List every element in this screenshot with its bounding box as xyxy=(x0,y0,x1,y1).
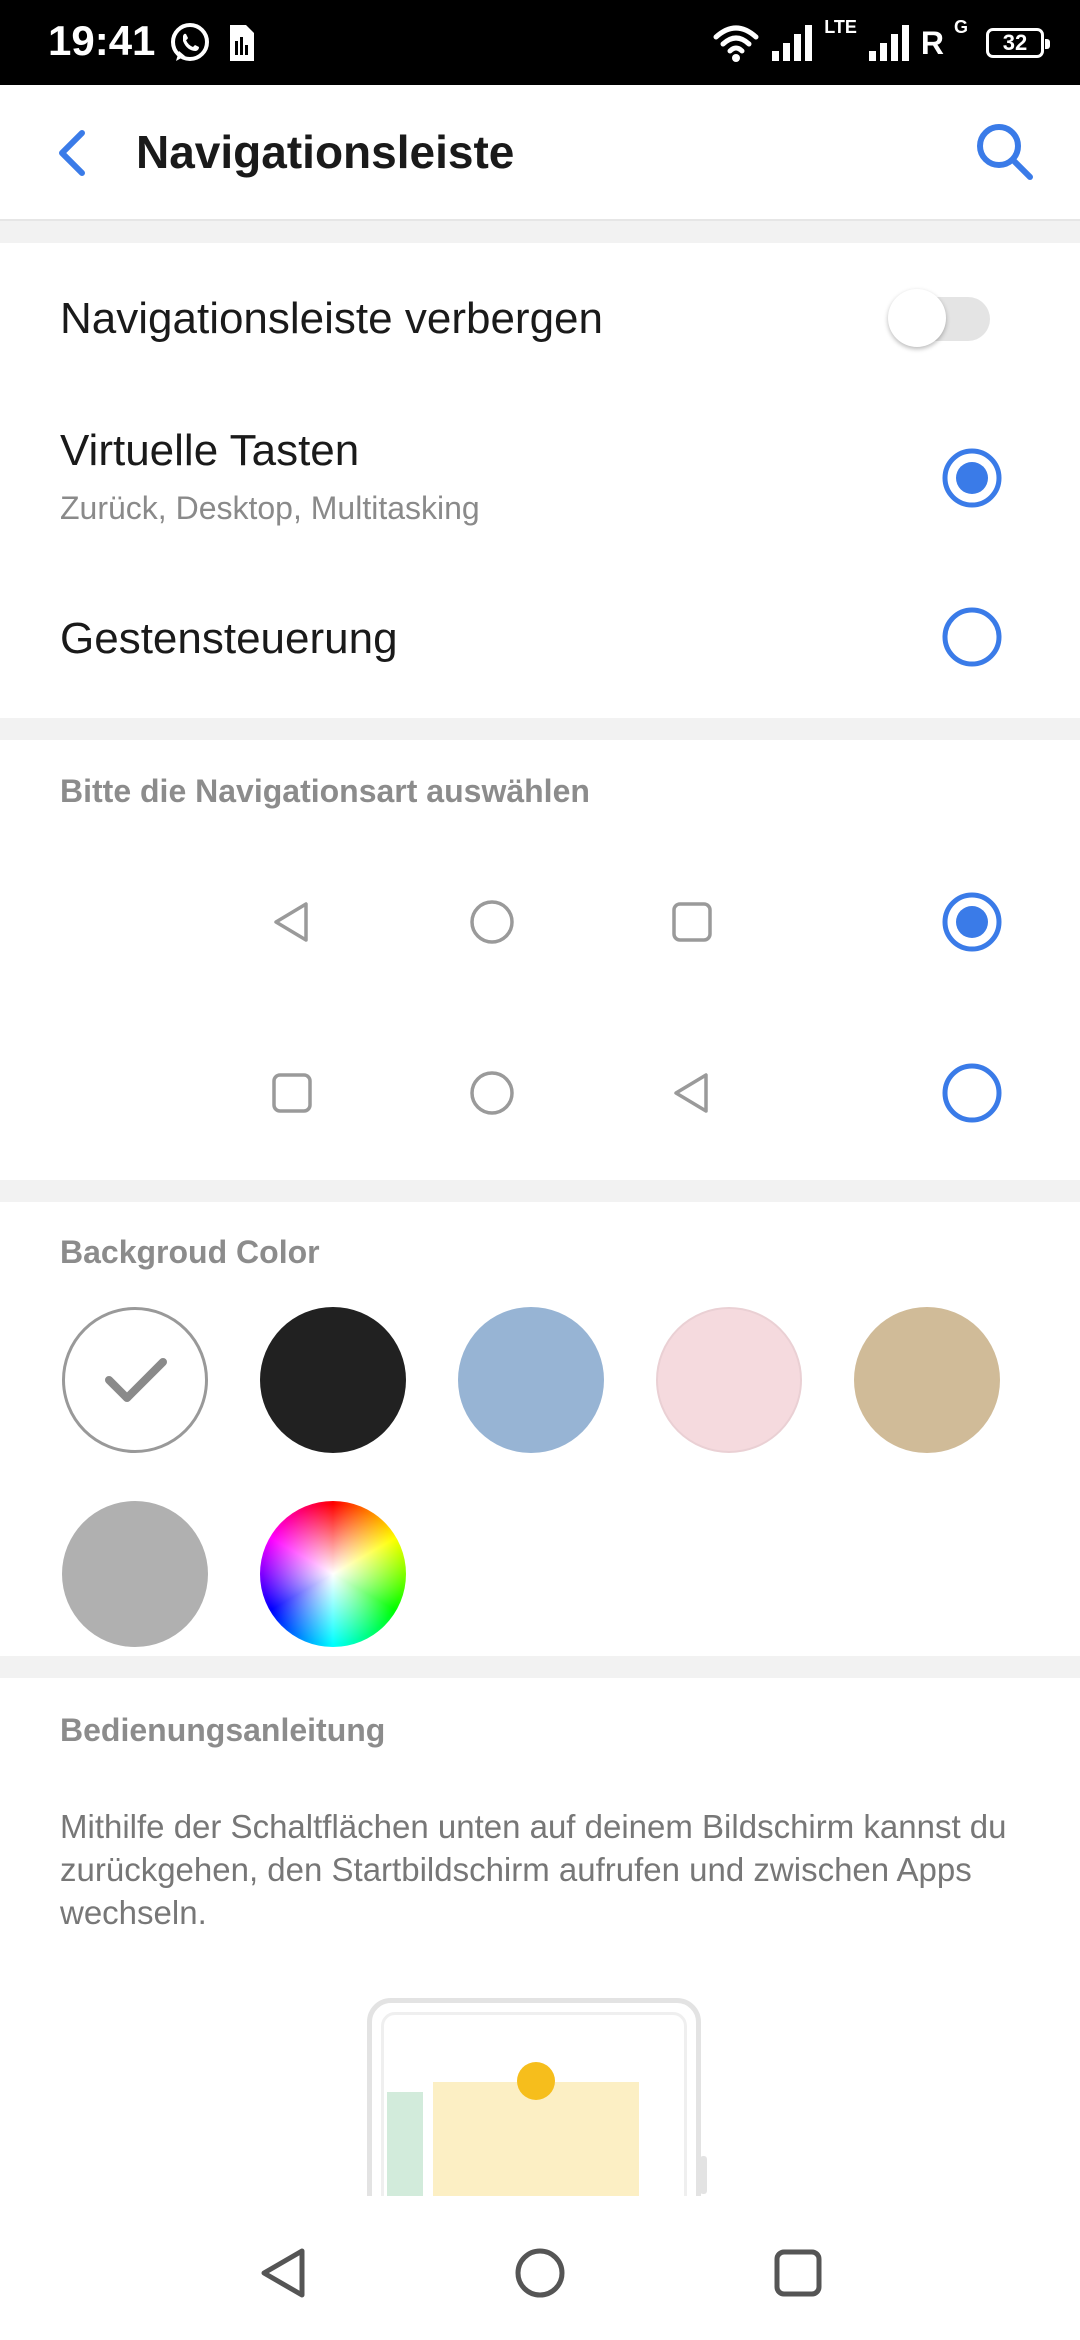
status-bar: 19:41 LTE R G 32 xyxy=(0,0,1080,85)
recents-square-icon xyxy=(672,902,712,942)
guide-text: Mithilfe der Schaltflächen unten auf dei… xyxy=(60,1808,1007,1931)
battery-icon: 32 xyxy=(986,28,1050,58)
back-triangle-icon xyxy=(274,902,308,942)
signal-icon xyxy=(772,25,813,61)
nav-back-icon[interactable] xyxy=(258,2247,310,2299)
swatch-black[interactable] xyxy=(260,1307,406,1453)
gestures-radio[interactable] xyxy=(941,606,1003,668)
system-nav-bar xyxy=(0,2205,1080,2340)
section-divider xyxy=(0,221,1080,243)
swatch-pink[interactable] xyxy=(656,1307,802,1453)
virtual-keys-subtitle: Zurück, Desktop, Multitasking xyxy=(60,490,480,526)
hide-navbar-toggle[interactable] xyxy=(888,289,990,347)
wifi-icon xyxy=(713,25,759,62)
sim-card-icon xyxy=(230,25,254,61)
guide-title: Bedienungsanleitung xyxy=(60,1712,386,1748)
section-divider xyxy=(0,718,1080,740)
search-icon[interactable] xyxy=(972,119,1036,183)
section-divider xyxy=(0,1180,1080,1202)
battery-level: 32 xyxy=(1002,30,1028,55)
home-circle-icon xyxy=(470,900,514,944)
nav-recents-icon[interactable] xyxy=(772,2247,824,2299)
app-bar: Navigationsleiste xyxy=(0,85,1080,221)
nav-type-title: Bitte die Navigationsart auswählen xyxy=(60,773,590,809)
nav-option-1[interactable] xyxy=(0,856,1080,986)
hide-navbar-label: Navigationsleiste verbergen xyxy=(60,294,603,343)
nav-option-2[interactable] xyxy=(0,1027,1080,1157)
swatch-color-wheel[interactable] xyxy=(260,1501,406,1647)
page-title: Navigationsleiste xyxy=(136,126,515,178)
swatch-beige[interactable] xyxy=(854,1307,1000,1453)
nav-option-1-radio[interactable] xyxy=(941,891,1003,953)
back-triangle-icon xyxy=(674,1073,708,1113)
virtual-keys-label: Virtuelle Tasten xyxy=(60,426,360,475)
section-divider xyxy=(0,1656,1080,1678)
hide-navbar-row[interactable]: Navigationsleiste verbergen xyxy=(0,243,1080,393)
check-icon xyxy=(105,1358,167,1402)
status-right-icons: LTE R G 32 xyxy=(712,17,1050,68)
signal-icon-2 xyxy=(868,25,909,61)
status-time: 19:41 xyxy=(48,17,156,64)
lte-label: LTE xyxy=(824,17,857,37)
toggle-knob xyxy=(888,289,946,347)
roaming-label: R xyxy=(920,25,944,61)
virtual-keys-radio[interactable] xyxy=(941,447,1003,509)
swatch-blue[interactable] xyxy=(458,1307,604,1453)
chevron-left-icon[interactable] xyxy=(44,123,104,183)
home-circle-icon xyxy=(470,1071,514,1115)
bg-color-title: Backgroud Color xyxy=(60,1234,320,1270)
status-left-icons xyxy=(168,20,256,66)
gestures-label: Gestensteuerung xyxy=(60,614,398,663)
virtual-keys-row[interactable]: Virtuelle Tasten Zurück, Desktop, Multit… xyxy=(0,393,1080,563)
swatch-white[interactable] xyxy=(62,1307,208,1453)
nav-home-icon[interactable] xyxy=(514,2247,566,2299)
whatsapp-icon xyxy=(171,23,209,61)
gestures-row[interactable]: Gestensteuerung xyxy=(0,563,1080,718)
network-g-label: G xyxy=(953,17,968,37)
swatch-gray[interactable] xyxy=(62,1501,208,1647)
phone-illustration xyxy=(367,1998,707,2196)
nav-option-2-radio[interactable] xyxy=(941,1062,1003,1124)
recents-square-icon xyxy=(272,1073,312,1113)
